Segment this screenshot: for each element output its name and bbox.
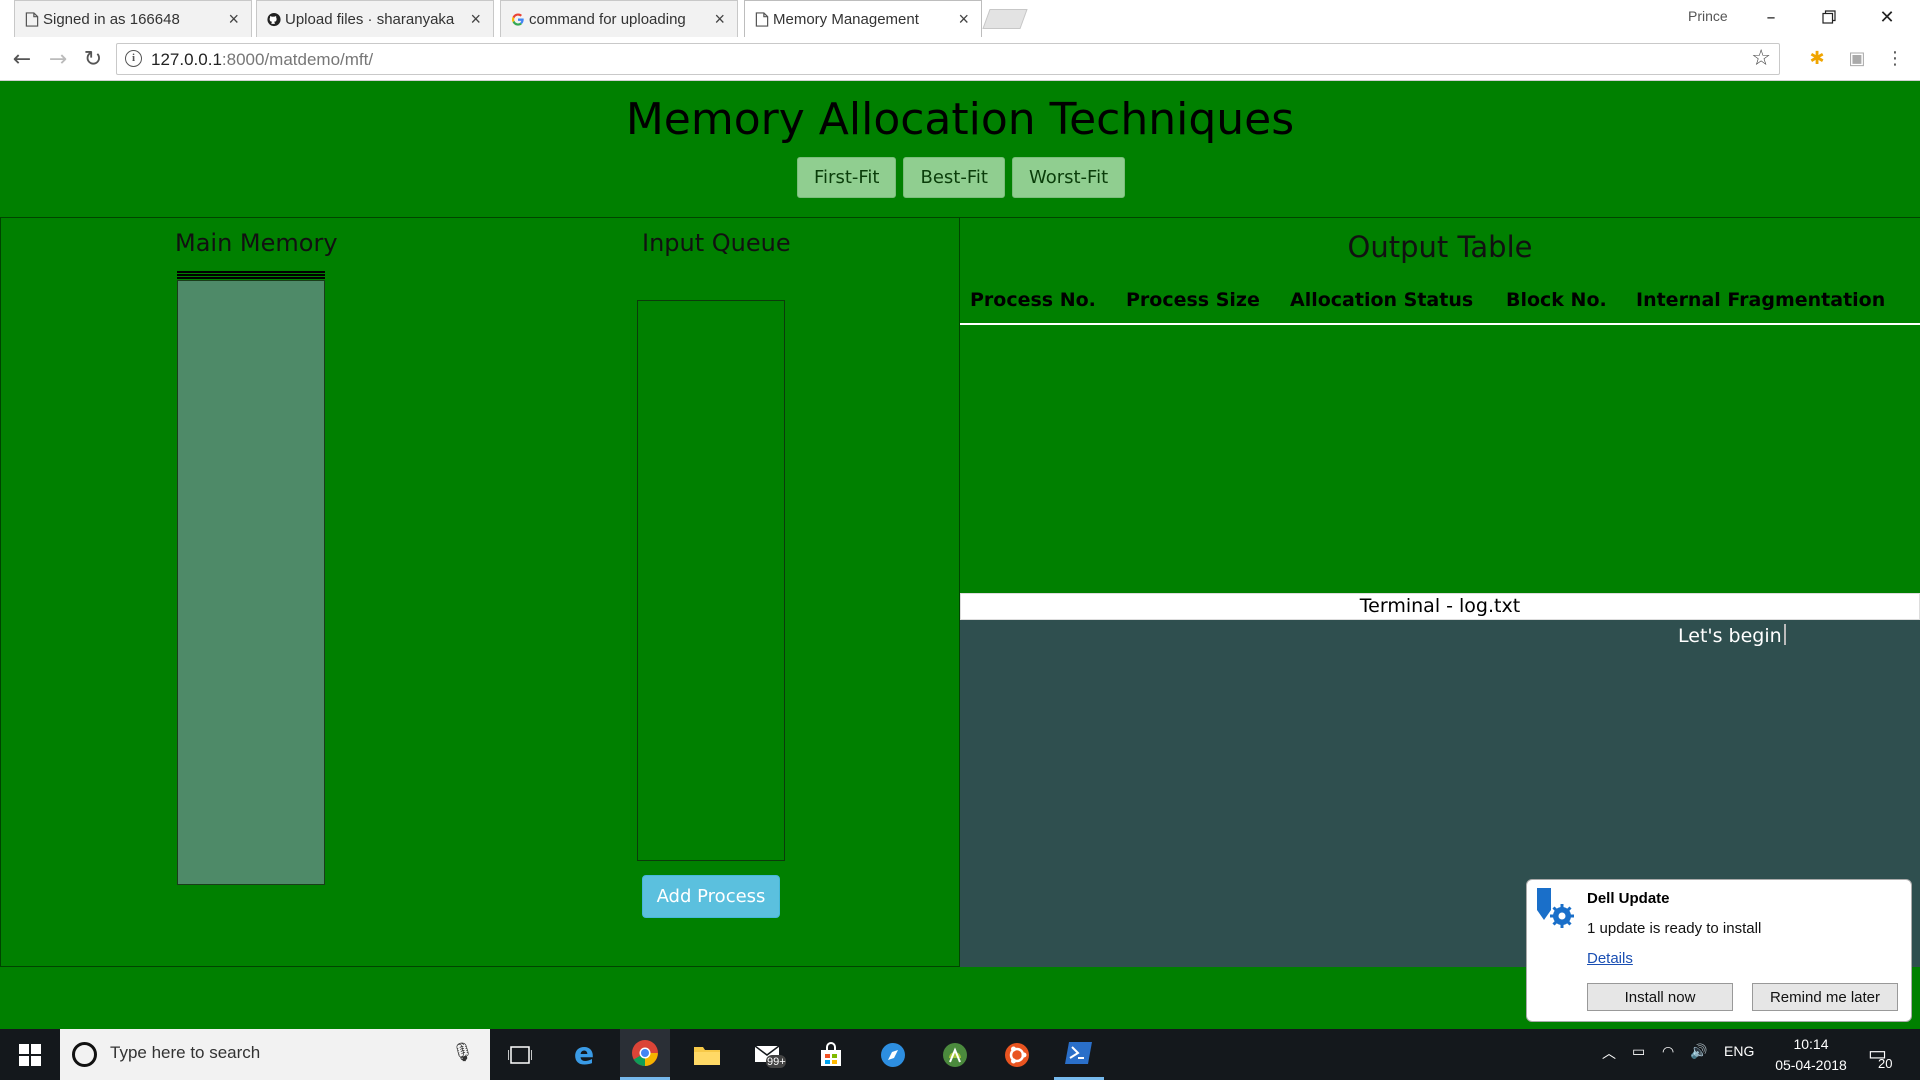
minimize-icon[interactable]: – bbox=[1748, 2, 1794, 32]
tab-title: command for uploading bbox=[529, 10, 686, 28]
install-now-button[interactable]: Install now bbox=[1587, 983, 1733, 1011]
ubuntu-icon[interactable] bbox=[992, 1029, 1042, 1080]
first-fit-button[interactable]: First-Fit bbox=[797, 157, 897, 198]
show-hidden-icons-icon[interactable]: ︿ bbox=[1602, 1043, 1616, 1063]
details-link[interactable]: Details bbox=[1587, 950, 1633, 967]
extension-pocket-icon[interactable]: ▣ bbox=[1846, 47, 1868, 69]
input-queue-box bbox=[637, 300, 785, 861]
main-memory-block bbox=[177, 280, 325, 885]
battery-icon[interactable]: ▭ bbox=[1632, 1043, 1645, 1060]
reload-icon[interactable]: ↻ bbox=[79, 45, 107, 73]
microphone-icon[interactable]: 🎙 bbox=[451, 1042, 474, 1063]
bookmark-star-icon[interactable]: ☆ bbox=[1751, 46, 1771, 71]
close-icon[interactable]: × bbox=[470, 9, 481, 30]
column-header-allocation-status: Allocation Status bbox=[1280, 284, 1496, 325]
tab-upload-files[interactable]: Upload files · sharanyaka × bbox=[256, 0, 494, 37]
output-panel: Output Table Process No. Process Size Al… bbox=[960, 218, 1920, 967]
column-header-process-no: Process No. bbox=[960, 284, 1116, 325]
powershell-icon[interactable] bbox=[1054, 1029, 1104, 1080]
taskbar-clock[interactable]: 10:14 05-04-2018 bbox=[1766, 1034, 1856, 1076]
language-indicator[interactable]: ENG bbox=[1724, 1043, 1754, 1059]
clock-time: 10:14 bbox=[1793, 1036, 1829, 1052]
github-icon bbox=[267, 12, 281, 27]
document-icon bbox=[755, 12, 769, 27]
add-process-button[interactable]: Add Process bbox=[642, 875, 780, 918]
mail-badge: 99+ bbox=[767, 1056, 786, 1068]
back-icon[interactable]: ← bbox=[8, 45, 36, 73]
address-bar[interactable]: i 127.0.0.1:8000/matdemo/mft/ ☆ bbox=[116, 43, 1780, 75]
tab-title: Signed in as 166648 bbox=[43, 10, 180, 28]
windows-taskbar: Type here to search 🎙 e 99+ ︿ ▭ ◠ 🔊 ENG … bbox=[0, 1029, 1920, 1080]
menu-dots-icon[interactable]: ⋮ bbox=[1884, 47, 1906, 69]
workspace: Main Memory Input Queue Add Process Outp… bbox=[0, 217, 1920, 967]
cortana-icon bbox=[72, 1042, 97, 1067]
document-icon bbox=[25, 12, 39, 27]
browser-tabstrip: Signed in as 166648 × Upload files · sha… bbox=[0, 0, 1920, 37]
output-table-title: Output Table bbox=[1347, 230, 1533, 264]
output-table: Process No. Process Size Allocation Stat… bbox=[960, 284, 1920, 325]
task-view-icon[interactable] bbox=[495, 1029, 545, 1080]
tab-title: Upload files · sharanyaka bbox=[285, 10, 455, 28]
mail-icon[interactable]: 99+ bbox=[744, 1029, 794, 1080]
store-icon[interactable] bbox=[806, 1029, 856, 1080]
start-button[interactable] bbox=[0, 1029, 60, 1080]
file-explorer-icon[interactable] bbox=[682, 1029, 732, 1080]
table-header-row: Process No. Process Size Allocation Stat… bbox=[960, 284, 1920, 325]
tab-signed-in[interactable]: Signed in as 166648 × bbox=[14, 0, 252, 37]
edge-icon[interactable]: e bbox=[559, 1029, 609, 1080]
terminal-text: Let's begin bbox=[1678, 625, 1782, 647]
remind-me-later-button[interactable]: Remind me later bbox=[1752, 983, 1898, 1011]
memory-top-border bbox=[177, 271, 325, 280]
windows-logo-icon bbox=[19, 1043, 41, 1066]
info-icon[interactable]: i bbox=[125, 50, 142, 67]
notification-title: Dell Update bbox=[1587, 890, 1670, 907]
notification-message: 1 update is ready to install bbox=[1587, 920, 1762, 937]
browser-toolbar: ← → ↻ i 127.0.0.1:8000/matdemo/mft/ ☆ ✱ … bbox=[0, 37, 1920, 81]
close-icon[interactable]: × bbox=[714, 9, 725, 30]
extension-icon[interactable]: ✱ bbox=[1806, 47, 1828, 69]
page-title: Memory Allocation Techniques bbox=[625, 94, 1295, 145]
tab-title: Memory Management bbox=[773, 10, 919, 28]
restore-icon[interactable] bbox=[1806, 2, 1852, 32]
input-queue-title: Input Queue bbox=[642, 229, 791, 257]
wifi-icon[interactable]: ◠ bbox=[1662, 1043, 1674, 1060]
best-fit-button[interactable]: Best-Fit bbox=[903, 157, 1005, 198]
column-header-block-no: Block No. bbox=[1496, 284, 1626, 325]
forward-icon[interactable]: → bbox=[44, 45, 72, 73]
terminal-line: Let's begin bbox=[1678, 624, 1786, 647]
taskbar-search[interactable]: Type here to search 🎙 bbox=[60, 1029, 490, 1080]
android-studio-icon[interactable] bbox=[930, 1029, 980, 1080]
dell-update-icon bbox=[1537, 888, 1574, 928]
close-window-icon[interactable]: ✕ bbox=[1864, 2, 1910, 32]
tab-memory-management[interactable]: Memory Management × bbox=[744, 0, 982, 37]
close-icon[interactable]: × bbox=[958, 9, 969, 30]
column-header-internal-fragmentation: Internal Fragmentation bbox=[1626, 284, 1920, 325]
profile-name[interactable]: Prince bbox=[1688, 8, 1728, 24]
text-caret bbox=[1783, 624, 1786, 645]
main-memory-title: Main Memory bbox=[175, 229, 338, 257]
tab-command-uploading[interactable]: command for uploading × bbox=[500, 0, 738, 37]
google-icon bbox=[511, 13, 524, 26]
simulation-panel: Main Memory Input Queue Add Process bbox=[0, 218, 960, 967]
clock-date: 05-04-2018 bbox=[1775, 1057, 1847, 1073]
dell-update-notification: Dell Update 1 update is ready to install… bbox=[1526, 879, 1912, 1022]
terminal-title-bar: Terminal - log.txt bbox=[960, 593, 1920, 620]
worst-fit-button[interactable]: Worst-Fit bbox=[1011, 157, 1126, 198]
app-icon-compass[interactable] bbox=[868, 1029, 918, 1080]
notification-count: 20 bbox=[1878, 1056, 1893, 1071]
column-header-process-size: Process Size bbox=[1116, 284, 1280, 325]
url-text[interactable]: 127.0.0.1:8000/matdemo/mft/ bbox=[151, 50, 373, 70]
volume-icon[interactable]: 🔊 bbox=[1690, 1043, 1707, 1060]
algorithm-buttons: First-Fit Best-Fit Worst-Fit bbox=[797, 157, 1126, 198]
search-placeholder: Type here to search bbox=[110, 1043, 261, 1062]
close-icon[interactable]: × bbox=[228, 9, 239, 30]
chrome-icon[interactable] bbox=[620, 1029, 670, 1080]
new-tab-button[interactable] bbox=[982, 9, 1028, 29]
